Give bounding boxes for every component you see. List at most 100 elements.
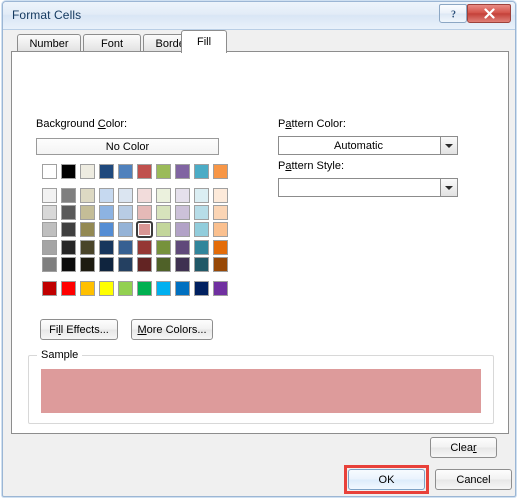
no-color-button[interactable]: No Color (36, 138, 219, 155)
background-color-label: Background Color: (36, 118, 128, 130)
tab-fill[interactable]: Fill (181, 30, 227, 53)
color-swatch-tint-2-2[interactable] (61, 205, 76, 220)
color-swatch-standard-2[interactable] (61, 281, 76, 296)
color-swatch-tint-2-10[interactable] (213, 205, 228, 220)
color-swatch-tint-1-2[interactable] (61, 188, 76, 203)
more-colors-button[interactable]: More Colors... (131, 319, 213, 340)
color-swatch-standard-9[interactable] (194, 281, 209, 296)
tab-strip: Number Font Border Fill (3, 30, 515, 53)
color-swatch-standard-5[interactable] (118, 281, 133, 296)
color-swatch-tint-3-8[interactable] (175, 222, 190, 237)
pattern-style-dropdown[interactable] (278, 178, 458, 197)
clear-button[interactable]: Clea r (430, 437, 497, 458)
color-swatch-tint-3-5[interactable] (118, 222, 133, 237)
pattern-style-label: Pattern Style: (278, 160, 345, 172)
color-palette (42, 164, 228, 296)
color-swatch-tint-1-4[interactable] (99, 188, 114, 203)
color-swatch-standard-6[interactable] (137, 281, 152, 296)
color-swatch-tint-3-1[interactable] (42, 222, 57, 237)
color-swatch-tint-5-1[interactable] (42, 257, 57, 272)
color-swatch-tint-5-2[interactable] (61, 257, 76, 272)
color-swatch-theme-3[interactable] (80, 164, 95, 179)
theme-tint-row-5 (42, 257, 228, 272)
sample-group-box: Sample (28, 349, 494, 424)
color-swatch-tint-1-1[interactable] (42, 188, 57, 203)
svg-text:?: ? (451, 9, 456, 20)
color-swatch-theme-7[interactable] (156, 164, 171, 179)
theme-tint-row-2 (42, 205, 228, 220)
color-swatch-tint-3-6[interactable] (136, 221, 153, 238)
close-button[interactable] (467, 4, 511, 23)
chevron-down-icon[interactable] (440, 137, 457, 154)
color-swatch-tint-1-7[interactable] (156, 188, 171, 203)
pattern-color-value: Automatic (334, 139, 383, 152)
color-swatch-tint-4-5[interactable] (118, 240, 133, 255)
fill-effects-button[interactable]: Fi l l Effects... (40, 319, 118, 340)
tab-font[interactable]: Font (83, 34, 141, 52)
color-swatch-tint-3-3[interactable] (80, 222, 95, 237)
cancel-button[interactable]: Cancel (435, 469, 512, 490)
color-swatch-tint-2-5[interactable] (118, 205, 133, 220)
color-swatch-tint-2-8[interactable] (175, 205, 190, 220)
color-swatch-tint-3-10[interactable] (213, 222, 228, 237)
color-swatch-tint-5-3[interactable] (80, 257, 95, 272)
color-swatch-tint-4-7[interactable] (156, 240, 171, 255)
color-swatch-tint-5-5[interactable] (118, 257, 133, 272)
color-swatch-tint-1-10[interactable] (213, 188, 228, 203)
theme-tint-row-4 (42, 240, 228, 255)
color-swatch-tint-3-7[interactable] (156, 222, 171, 237)
color-swatch-theme-2[interactable] (61, 164, 76, 179)
color-swatch-tint-2-7[interactable] (156, 205, 171, 220)
fill-tab-panel: Background Color: No Color Fi l l Effects.… (11, 51, 509, 434)
color-swatch-tint-3-4[interactable] (99, 222, 114, 237)
color-swatch-tint-1-6[interactable] (137, 188, 152, 203)
tab-number[interactable]: Number (17, 34, 81, 52)
color-swatch-theme-6[interactable] (137, 164, 152, 179)
color-swatch-tint-4-3[interactable] (80, 240, 95, 255)
color-swatch-theme-4[interactable] (99, 164, 114, 179)
color-swatch-tint-5-8[interactable] (175, 257, 190, 272)
pattern-color-dropdown[interactable]: Automatic (278, 136, 458, 155)
color-swatch-tint-3-2[interactable] (61, 222, 76, 237)
color-swatch-tint-5-7[interactable] (156, 257, 171, 272)
color-swatch-tint-5-4[interactable] (99, 257, 114, 272)
color-swatch-tint-4-4[interactable] (99, 240, 114, 255)
color-swatch-tint-2-4[interactable] (99, 205, 114, 220)
color-swatch-standard-8[interactable] (175, 281, 190, 296)
ok-button[interactable]: OK (348, 469, 425, 490)
color-swatch-tint-5-6[interactable] (137, 257, 152, 272)
chevron-down-icon[interactable] (440, 179, 457, 196)
color-swatch-standard-3[interactable] (80, 281, 95, 296)
color-swatch-tint-2-9[interactable] (194, 205, 209, 220)
color-swatch-tint-3-9[interactable] (194, 222, 209, 237)
color-swatch-standard-4[interactable] (99, 281, 114, 296)
color-swatch-tint-4-10[interactable] (213, 240, 228, 255)
pattern-color-label: Pattern Color: (278, 118, 346, 130)
color-swatch-tint-5-10[interactable] (213, 257, 228, 272)
color-swatch-tint-4-2[interactable] (61, 240, 76, 255)
color-swatch-theme-9[interactable] (194, 164, 209, 179)
color-swatch-theme-10[interactable] (213, 164, 228, 179)
color-swatch-tint-2-1[interactable] (42, 205, 57, 220)
color-swatch-standard-7[interactable] (156, 281, 171, 296)
color-swatch-tint-4-8[interactable] (175, 240, 190, 255)
color-swatch-tint-1-8[interactable] (175, 188, 190, 203)
format-cells-dialog: Format Cells ? Number Font Border Fill B… (2, 1, 516, 497)
color-swatch-theme-5[interactable] (118, 164, 133, 179)
color-swatch-tint-4-9[interactable] (194, 240, 209, 255)
help-icon[interactable]: ? (439, 4, 467, 23)
color-swatch-tint-1-5[interactable] (118, 188, 133, 203)
color-swatch-tint-2-3[interactable] (80, 205, 95, 220)
color-swatch-tint-4-6[interactable] (137, 240, 152, 255)
color-swatch-standard-1[interactable] (42, 281, 57, 296)
color-swatch-tint-5-9[interactable] (194, 257, 209, 272)
color-swatch-tint-2-6[interactable] (137, 205, 152, 220)
color-swatch-theme-1[interactable] (42, 164, 57, 179)
color-swatch-theme-8[interactable] (175, 164, 190, 179)
color-swatch-tint-4-1[interactable] (42, 240, 57, 255)
color-swatch-tint-1-3[interactable] (80, 188, 95, 203)
dialog-title: Format Cells (12, 8, 82, 22)
title-bar: Format Cells ? (3, 2, 515, 30)
color-swatch-standard-10[interactable] (213, 281, 228, 296)
color-swatch-tint-1-9[interactable] (194, 188, 209, 203)
